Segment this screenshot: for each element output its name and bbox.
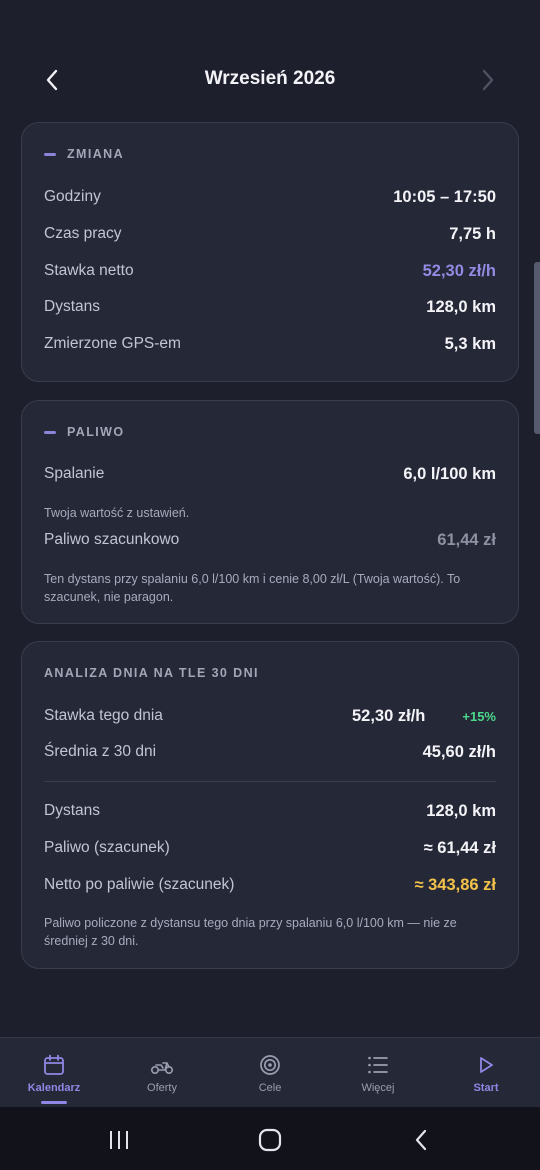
fuel-card: PALIWO Spalanie 6,0 l/100 km Twoja warto…: [21, 400, 519, 624]
analysis-fuel-label: Paliwo (szacunek): [44, 839, 170, 856]
work-time-value: 7,75 h: [449, 224, 496, 243]
fuel-section-title: PALIWO: [67, 425, 125, 439]
next-month-button[interactable]: [472, 64, 504, 96]
distance-value: 128,0 km: [426, 297, 496, 316]
analysis-fuel-row: Paliwo (szacunek) ≈ 61,44 zł: [44, 834, 496, 862]
average-rate-value: 45,60 zł/h: [422, 742, 496, 761]
tab-more-label: Więcej: [361, 1082, 395, 1094]
bottom-tab-bar: Kalendarz Oferty Cele Więcej Start: [0, 1037, 540, 1107]
section-divider: [44, 781, 496, 782]
consumption-row[interactable]: Spalanie 6,0 l/100 km: [44, 460, 496, 488]
net-after-fuel-value: ≈ 343,86 zł: [414, 875, 496, 894]
hours-row: Godziny 10:05 – 17:50: [44, 183, 496, 211]
analysis-note: Paliwo policzone z dystansu tego dnia pr…: [44, 916, 457, 948]
shift-section-header: ZMIANA: [44, 147, 124, 161]
back-arrow-icon: [415, 1129, 427, 1151]
shift-card: ZMIANA Godziny 10:05 – 17:50 Czas pracy …: [21, 122, 519, 382]
tab-more[interactable]: Więcej: [324, 1038, 432, 1108]
shift-section-title: ZMIANA: [67, 147, 125, 161]
home-icon: [258, 1128, 282, 1152]
distance-row: Dystans 128,0 km: [44, 293, 496, 321]
target-icon: [258, 1053, 282, 1077]
fuel-estimate-value: 61,44 zł: [437, 530, 496, 549]
gps-distance-row: Zmierzone GPS-em 5,3 km: [44, 330, 496, 358]
section-dash: [44, 152, 56, 156]
net-after-fuel-label: Netto po paliwie (szacunek): [44, 876, 235, 893]
scooter-icon: [150, 1053, 174, 1077]
analysis-distance-row: Dystans 128,0 km: [44, 797, 496, 825]
net-rate-label: Stawka netto: [44, 262, 134, 279]
calendar-icon: [42, 1053, 66, 1077]
recent-apps-button[interactable]: [104, 1125, 134, 1155]
analysis-section-header: ANALIZA DNIA NA TLE 30 DNI: [44, 666, 259, 680]
average-rate-label: Średnia z 30 dni: [44, 743, 157, 760]
tab-goals[interactable]: Cele: [216, 1038, 324, 1108]
tab-goals-label: Cele: [258, 1082, 282, 1094]
day-rate-value: 52,30 zł/h: [352, 706, 426, 725]
tab-calendar[interactable]: Kalendarz: [0, 1038, 108, 1108]
net-after-fuel-row: Netto po paliwie (szacunek) ≈ 343,86 zł: [44, 871, 496, 899]
analysis-section-title: ANALIZA DNIA NA TLE 30 DNI: [44, 666, 259, 680]
analysis-fuel-value: ≈ 61,44 zł: [423, 838, 496, 857]
recent-apps-icon: [110, 1131, 128, 1149]
system-navigation-bar: [0, 1107, 540, 1170]
work-time-label: Czas pracy: [44, 225, 122, 242]
day-rate-label: Stawka tego dnia: [44, 707, 163, 724]
section-dash: [44, 430, 56, 434]
tab-calendar-label: Kalendarz: [27, 1082, 81, 1094]
home-button[interactable]: [255, 1125, 285, 1155]
tab-offers[interactable]: Oferty: [108, 1038, 216, 1108]
work-time-row: Czas pracy 7,75 h: [44, 220, 496, 248]
distance-label: Dystans: [44, 298, 100, 315]
scrollbar-thumb[interactable]: [534, 262, 540, 434]
month-header: Wrzesień 2026: [0, 52, 540, 108]
hours-value: 10:05 – 17:50: [393, 187, 496, 206]
play-icon: [474, 1053, 498, 1077]
net-rate-value: 52,30 zł/h: [422, 261, 496, 280]
gps-distance-value: 5,3 km: [444, 334, 496, 353]
fuel-section-header: PALIWO: [44, 425, 124, 439]
tab-start[interactable]: Start: [432, 1038, 540, 1108]
consumption-label: Spalanie: [44, 465, 105, 482]
list-icon: [366, 1053, 390, 1077]
day-rate-values: 52,30 zł/h +15%: [352, 707, 496, 726]
average-rate-row: Średnia z 30 dni 45,60 zł/h: [44, 738, 496, 766]
consumption-note: Twoja wartość z ustawień.: [44, 506, 190, 520]
page-title: Wrzesień 2026: [204, 68, 336, 89]
day-rate-row: Stawka tego dnia 52,30 zł/h +15%: [44, 702, 496, 730]
net-rate-row: Stawka netto 52,30 zł/h: [44, 257, 496, 285]
consumption-value: 6,0 l/100 km: [403, 464, 496, 483]
tab-start-label: Start: [473, 1082, 499, 1094]
gps-distance-label: Zmierzone GPS-em: [44, 335, 181, 352]
rate-change-badge: +15%: [462, 708, 496, 724]
analysis-distance-value: 128,0 km: [426, 801, 496, 820]
active-tab-indicator: [41, 1101, 67, 1104]
fuel-estimate-label: Paliwo szacunkowo: [44, 531, 180, 548]
back-button[interactable]: [406, 1125, 436, 1155]
chevron-right-icon: [482, 69, 494, 91]
tab-offers-label: Oferty: [147, 1082, 177, 1094]
analysis-distance-label: Dystans: [44, 802, 100, 819]
hours-label: Godziny: [44, 188, 101, 205]
fuel-estimate-row: Paliwo szacunkowo 61,44 zł: [44, 526, 496, 554]
fuel-estimate-note: Ten dystans przy spalaniu 6,0 l/100 km i…: [44, 572, 461, 604]
day-analysis-card: ANALIZA DNIA NA TLE 30 DNI Stawka tego d…: [21, 641, 519, 969]
